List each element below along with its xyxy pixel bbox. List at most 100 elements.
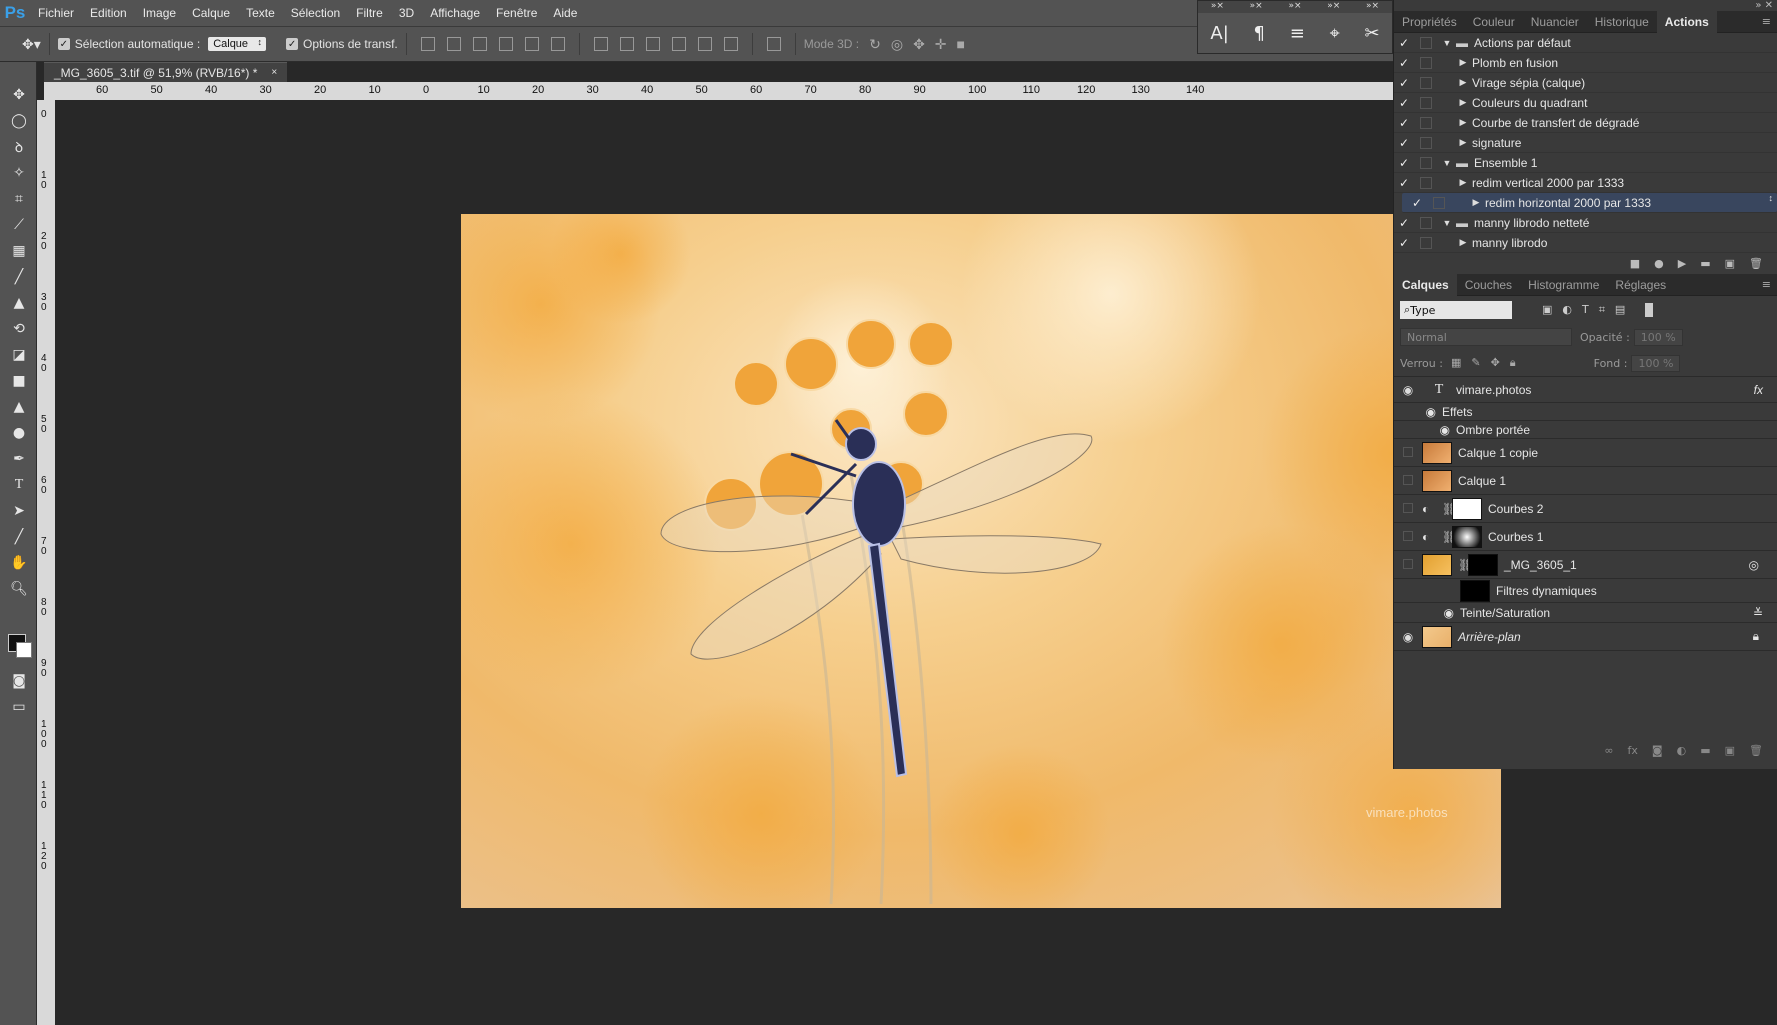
chevron-right-icon[interactable]: ▶ xyxy=(1454,177,1472,188)
menu-3d[interactable]: 3D xyxy=(391,6,422,20)
dialog-toggle-box[interactable] xyxy=(1420,176,1432,189)
pen-tool-icon[interactable]: ✒ xyxy=(7,448,31,470)
menu-calque[interactable]: Calque xyxy=(184,6,238,20)
toggle-check-icon[interactable]: ✓ xyxy=(1394,76,1414,90)
toggle-check-icon[interactable]: ✓ xyxy=(1394,136,1414,150)
distribute-hcenter-icon[interactable] xyxy=(697,37,712,51)
background-layer-row[interactable]: ◉ Arrière-plan 🔒︎ xyxy=(1394,623,1777,651)
dialog-toggle-box[interactable] xyxy=(1420,96,1432,109)
menu-edition[interactable]: Edition xyxy=(82,6,135,20)
auto-align-icon[interactable] xyxy=(766,37,781,51)
hand-tool-icon[interactable]: ✋ xyxy=(7,552,31,574)
link-icon[interactable]: ⛓︎ xyxy=(1442,502,1457,516)
effects-row[interactable]: ◉ Effets xyxy=(1394,403,1777,421)
tab-channels[interactable]: Couches xyxy=(1457,274,1520,296)
auto-select-checkbox[interactable]: ✓ xyxy=(57,38,70,50)
fill-input[interactable]: 100 % xyxy=(1631,354,1681,372)
brush-presets-icon[interactable]: ✂ xyxy=(1365,23,1380,44)
eraser-tool-icon[interactable]: ◪ xyxy=(7,344,31,366)
fx-icon[interactable]: fx xyxy=(1628,744,1638,757)
dialog-toggle-box[interactable] xyxy=(1420,36,1432,49)
magic-wand-tool-icon[interactable]: ✧ xyxy=(7,162,31,184)
type-tool-icon[interactable]: T xyxy=(7,474,31,496)
visibility-eye-icon[interactable]: ◉ xyxy=(1394,383,1422,397)
filter-toggle-icon[interactable] xyxy=(1645,303,1654,317)
action-item[interactable]: ✓ ▶ Plomb en fusion xyxy=(1394,53,1777,73)
panel-collapse-icon[interactable]: » ✕ xyxy=(1755,0,1773,11)
dialog-toggle-box[interactable] xyxy=(1433,196,1445,209)
menu-aide[interactable]: Aide xyxy=(545,6,585,20)
eyedropper-tool-icon[interactable]: ⟋ xyxy=(7,214,31,236)
distribute-top-icon[interactable] xyxy=(593,37,608,51)
new-set-icon[interactable]: ▬ xyxy=(1700,257,1710,270)
filter-eye-icon[interactable]: ◉ xyxy=(1394,606,1460,620)
marquee-tool-icon[interactable]: ◯ xyxy=(7,110,31,132)
crop-tool-icon[interactable]: ⌗ xyxy=(7,188,31,210)
stamp-tool-icon[interactable]: ▲ xyxy=(7,292,31,314)
collapse-icon[interactable]: »× xyxy=(1366,1,1379,13)
filter-options-icon[interactable]: ≚ xyxy=(1753,606,1763,620)
toggle-check-icon[interactable]: ✓ xyxy=(1394,36,1414,50)
chevron-down-icon[interactable]: ▼ xyxy=(1438,158,1456,168)
link-icon[interactable]: ⛓︎ xyxy=(1458,558,1473,572)
tab-adjustments[interactable]: Réglages xyxy=(1607,274,1674,296)
dialog-toggle-box[interactable] xyxy=(1420,216,1432,229)
align-top-icon[interactable] xyxy=(420,37,435,51)
visibility-eye-icon[interactable] xyxy=(1394,446,1422,460)
dialog-toggle-box[interactable] xyxy=(1420,56,1432,69)
dialog-toggle-box[interactable] xyxy=(1420,156,1432,169)
chevron-down-icon[interactable]: ▼ xyxy=(1438,218,1456,228)
dialog-toggle-box[interactable] xyxy=(1420,76,1432,89)
close-icon[interactable]: × xyxy=(271,67,277,78)
chevron-right-icon[interactable]: ▶ xyxy=(1467,197,1485,208)
brush-tool-icon[interactable]: ╱ xyxy=(7,266,31,288)
auto-select-dropdown[interactable]: Calque xyxy=(208,37,267,51)
chevron-right-icon[interactable]: ▶ xyxy=(1454,137,1472,148)
toggle-check-icon[interactable]: ✓ xyxy=(1394,116,1414,130)
quick-mask-icon[interactable]: ◙ xyxy=(7,670,31,692)
action-item[interactable]: ✓ ▶ manny librodo xyxy=(1394,233,1777,253)
layer-row[interactable]: Calque 1 xyxy=(1394,467,1777,495)
layer-row[interactable]: ◉ Tvimare.photos fx xyxy=(1394,377,1777,403)
layer-mask-thumbnail[interactable] xyxy=(1452,497,1482,520)
menu-affichage[interactable]: Affichage xyxy=(422,6,488,20)
visibility-eye-icon[interactable]: ◉ xyxy=(1394,630,1422,644)
toggle-check-icon[interactable]: ✓ xyxy=(1394,156,1414,170)
mask-icon[interactable]: ◙ xyxy=(1652,744,1663,757)
line-tool-icon[interactable]: ╱ xyxy=(7,526,31,548)
align-right-icon[interactable] xyxy=(550,37,565,51)
paragraph-styles-icon[interactable]: ≡ xyxy=(1290,23,1305,44)
visibility-eye-icon[interactable] xyxy=(1394,530,1422,544)
align-left-icon[interactable] xyxy=(498,37,513,51)
toggle-check-icon[interactable]: ✓ xyxy=(1394,56,1414,70)
tab-color[interactable]: Couleur xyxy=(1465,11,1523,33)
effect-eye-icon[interactable]: ◉ xyxy=(1394,423,1456,437)
visibility-eye-icon[interactable] xyxy=(1394,502,1422,516)
smart-filter-row[interactable]: ◉ Teinte/Saturation ≚ xyxy=(1394,603,1777,623)
dialog-toggle-box[interactable] xyxy=(1420,136,1432,149)
toggle-check-icon[interactable]: ✓ xyxy=(1394,236,1414,250)
screen-mode-icon[interactable]: ▭ xyxy=(7,696,31,718)
align-vcenter-icon[interactable] xyxy=(446,37,461,51)
fx-icon[interactable]: fx xyxy=(1754,383,1763,397)
group-icon[interactable]: ▬ xyxy=(1700,744,1710,757)
action-item[interactable]: ✓ ▶ Courbe de transfert de dégradé xyxy=(1394,113,1777,133)
layer-filter-dropdown[interactable]: ⌕ Type xyxy=(1400,301,1512,319)
visibility-eye-icon[interactable] xyxy=(1394,474,1422,488)
tool-presets-icon[interactable]: ⌖ xyxy=(1330,23,1340,44)
tab-swatches[interactable]: Nuancier xyxy=(1523,11,1587,33)
tab-actions[interactable]: Actions xyxy=(1656,10,1717,33)
align-hcenter-icon[interactable] xyxy=(524,37,539,51)
chevron-right-icon[interactable]: ▶ xyxy=(1454,77,1472,88)
menu-fichier[interactable]: Fichier xyxy=(30,6,82,20)
action-set[interactable]: ✓ ▼ ▬ manny librodo netteté xyxy=(1394,213,1777,233)
distribute-bottom-icon[interactable] xyxy=(645,37,660,51)
distribute-vcenter-icon[interactable] xyxy=(619,37,634,51)
action-set[interactable]: ✓ ▼ ▬ Ensemble 1 xyxy=(1394,153,1777,173)
collapse-icon[interactable]: »× xyxy=(1327,1,1340,13)
toggle-check-icon[interactable]: ✓ xyxy=(1407,196,1427,210)
layer-mask-thumbnail[interactable] xyxy=(1452,525,1482,548)
menu-texte[interactable]: Texte xyxy=(238,6,283,20)
3d-tools-icon[interactable]: ↻◎✥✛■ xyxy=(869,36,975,53)
distribute-right-icon[interactable] xyxy=(723,37,738,51)
